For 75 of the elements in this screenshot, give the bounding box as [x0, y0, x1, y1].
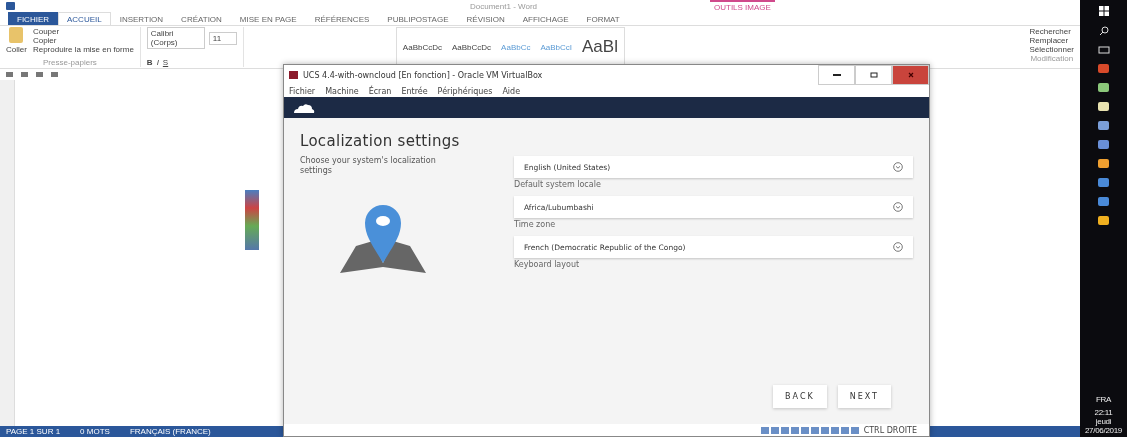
app-icon[interactable] [1098, 216, 1109, 225]
italic-button[interactable]: I [156, 58, 159, 67]
word-app-icon [6, 2, 15, 10]
back-button[interactable]: BACK [773, 385, 827, 408]
app-icon[interactable] [1098, 102, 1109, 111]
paste-button[interactable]: Coller [6, 27, 27, 54]
app-icon[interactable] [1098, 121, 1109, 130]
ribbon-command[interactable]: Reproduire la mise en forme [32, 45, 134, 54]
close-icon [907, 72, 914, 78]
app-icon[interactable] [1098, 83, 1109, 92]
status-text: PAGE 1 SUR 1 [6, 427, 61, 436]
chevron-down-icon [893, 242, 903, 252]
ribbon-tab[interactable]: AFFICHAGE [513, 12, 578, 25]
style-preview[interactable]: AaBbCcDc [398, 40, 446, 54]
app-icon[interactable] [1098, 159, 1109, 168]
minimize-button[interactable] [818, 65, 855, 85]
restore-icon [869, 72, 878, 78]
description-text: Choose your system's localization settings [300, 156, 437, 176]
ribbon-tab[interactable]: RÉVISION [457, 12, 514, 25]
chevron-down-icon [893, 162, 903, 172]
status-text: FRANÇAIS (FRANCE) [129, 427, 211, 436]
font-name-field[interactable]: Calibri (Corps) [146, 27, 205, 49]
ribbon-tab[interactable]: ACCUEIL [58, 12, 111, 25]
group-label: Presse-papiers [42, 58, 98, 67]
file-tab[interactable]: FICHIER [8, 12, 58, 25]
task-view-icon[interactable] [1097, 46, 1110, 54]
language-indicator[interactable]: FRA [1095, 395, 1112, 404]
menu-item[interactable]: Fichier [289, 86, 316, 96]
ribbon-tab[interactable]: RÉFÉRENCES [305, 12, 379, 25]
clock-day[interactable]: jeudi [1095, 417, 1112, 426]
ribbon-tab[interactable]: PUBLIPOSTAGE [378, 12, 458, 25]
app-icon[interactable] [1098, 178, 1109, 187]
window-title: UCS 4.4-with-owncloud [En fonction] - Oracle VM VirtualBox [303, 70, 543, 80]
host-key-label: CTRL DROITE [863, 425, 917, 435]
app-icon[interactable] [1098, 64, 1109, 73]
ribbon-tab[interactable]: MISE EN PAGE [230, 12, 306, 25]
ribbon-command[interactable]: Remplacer [1029, 36, 1074, 45]
underline-button[interactable]: S [162, 58, 169, 67]
image-thumbnail [245, 190, 259, 250]
group-label: Modification [1029, 54, 1074, 63]
font-size-field[interactable]: 11 [208, 31, 237, 45]
windows-logo-icon[interactable] [1098, 6, 1109, 16]
status-text: 0 MOTS [80, 427, 110, 436]
helper-text: Time zone [514, 220, 557, 229]
helper-text: Default system locale [514, 180, 602, 189]
app-icon[interactable] [1098, 197, 1109, 206]
ribbon-tab[interactable]: INSERTION [110, 12, 173, 25]
bold-button[interactable]: B [146, 58, 153, 67]
menu-item[interactable]: Écran [368, 86, 392, 96]
ribbon-tab[interactable]: CRÉATION [172, 12, 231, 25]
chevron-down-icon [893, 202, 903, 212]
search-icon[interactable] [1098, 26, 1109, 36]
menu-item[interactable]: Périphériques [437, 86, 493, 96]
next-button[interactable]: NEXT [837, 385, 891, 408]
ribbon-tab[interactable]: FORMAT [577, 12, 629, 25]
ribbon-command[interactable]: Couper [32, 27, 134, 36]
context-tab-label: OUTILS IMAGE [710, 0, 775, 12]
close-button[interactable] [892, 65, 929, 85]
ribbon-command[interactable]: Copier [32, 36, 134, 45]
window-title: Document1 - Word [470, 1, 537, 11]
helper-text: Keyboard layout [514, 260, 581, 269]
menu-item[interactable]: Entrée [401, 86, 428, 96]
ribbon-command[interactable]: Sélectionner [1029, 45, 1074, 54]
page-heading: Localization settings [300, 132, 461, 150]
app-icon [289, 71, 298, 79]
ribbon-command[interactable]: Rechercher [1029, 27, 1074, 36]
clock-date[interactable]: 27/06/2019 [1084, 426, 1122, 435]
menu-item[interactable]: Machine [325, 86, 359, 96]
menu-item[interactable]: Aide [502, 86, 521, 96]
minimize-icon [832, 74, 841, 76]
clock-time[interactable]: 22:11 [1094, 408, 1113, 417]
style-preview[interactable]: AaBl [578, 35, 622, 59]
style-preview[interactable]: AaBbCcDc [447, 40, 496, 54]
cloud-logo-icon [293, 102, 315, 113]
app-icon[interactable] [1098, 140, 1109, 149]
